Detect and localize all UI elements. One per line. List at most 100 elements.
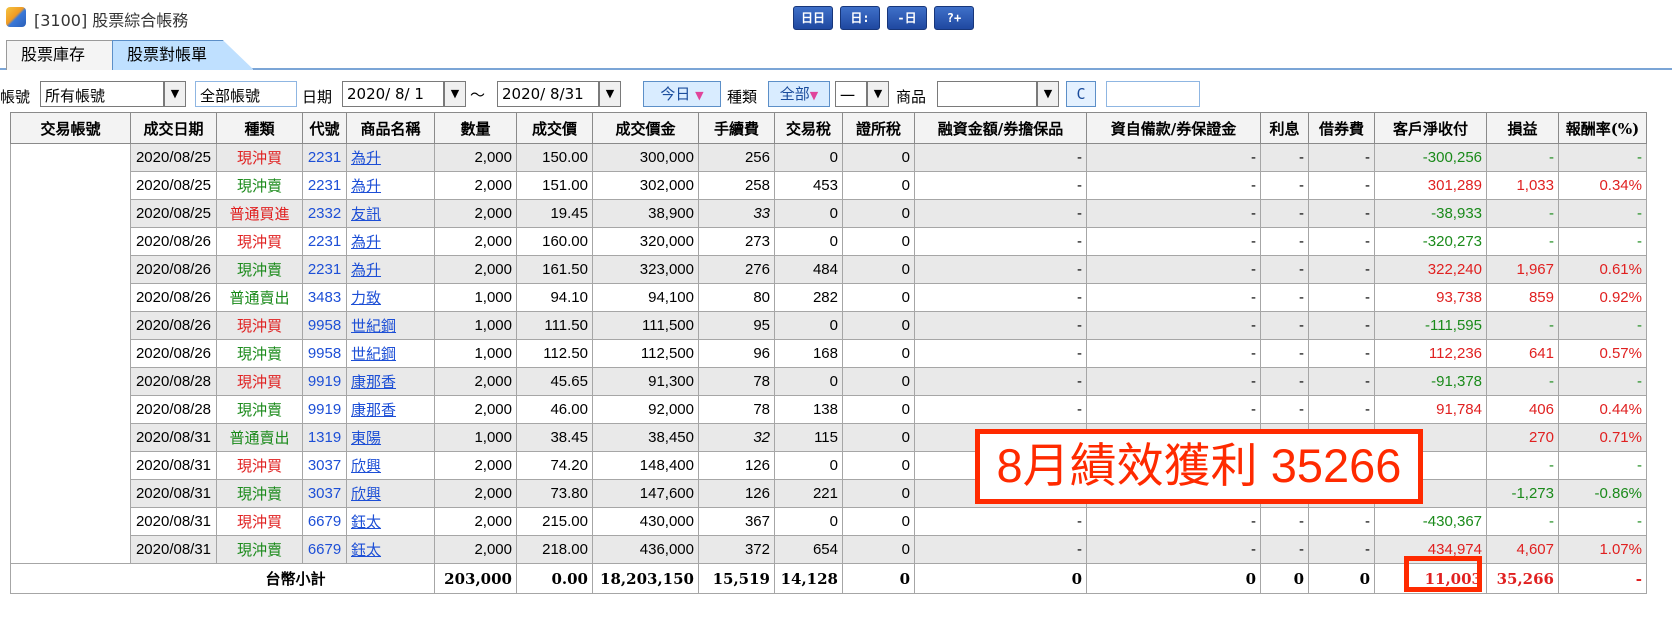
col-header[interactable]: 代號 [302, 112, 347, 144]
cell-name[interactable]: 欣興 [346, 479, 435, 508]
cell-amount: 92,000 [592, 395, 699, 424]
cell-code[interactable]: 3483 [302, 283, 347, 312]
account-dropdown-icon[interactable]: ▼ [164, 81, 186, 107]
cell-name[interactable]: 為升 [346, 255, 435, 284]
table-row[interactable]: 2020/08/25 普通買進 2332 友訊 2,000 19.45 38,900 33 0 0… [10, 199, 1647, 228]
cell-name[interactable]: 為升 [346, 143, 435, 172]
cell-deposit: - [1086, 199, 1261, 228]
product-dropdown-icon[interactable]: ▼ [1037, 81, 1059, 107]
window-icon[interactable]: 日: [840, 6, 880, 30]
cell-code[interactable]: 1319 [302, 423, 347, 452]
tab-stock-inventory[interactable]: 股票庫存 [6, 40, 114, 70]
subtype-select[interactable]: 一 [835, 81, 867, 107]
cell-code[interactable]: 2231 [302, 255, 347, 284]
total-price: 0.00 [516, 563, 593, 594]
help-icon[interactable]: ?+ [934, 6, 974, 30]
col-header[interactable]: 成交價 [516, 112, 593, 144]
table-row[interactable]: 2020/08/28 現沖賣 9919 康那香 2,000 46.00 92,000 78 13… [10, 395, 1647, 424]
cell-code[interactable]: 9919 [302, 395, 347, 424]
table-row[interactable]: 2020/08/25 現沖買 2231 為升 2,000 150.00 300,000 256… [10, 143, 1647, 172]
today-button[interactable]: 今日 ▼ [643, 81, 721, 107]
total-label: 台幣小計 [10, 563, 435, 594]
cell-name[interactable]: 世紀鋼 [346, 311, 435, 340]
date-to-input[interactable]: 2020/ 8/31 [497, 81, 599, 107]
table-row[interactable]: 2020/08/31 現沖賣 6679 鈺太 2,000 218.00 436,000 372… [10, 535, 1647, 564]
account-cell [10, 311, 131, 340]
col-header[interactable]: 交易帳號 [10, 112, 131, 144]
cell-code[interactable]: 2231 [302, 143, 347, 172]
cell-date: 2020/08/31 [130, 535, 217, 564]
cell-name[interactable]: 力致 [346, 283, 435, 312]
cell-name[interactable]: 欣興 [346, 451, 435, 480]
cell-name[interactable]: 康那香 [346, 395, 435, 424]
col-header[interactable]: 種類 [216, 112, 303, 144]
cell-net: -38,933 [1374, 199, 1487, 228]
col-header[interactable]: 成交日期 [130, 112, 217, 144]
cell-roi: - [1558, 507, 1647, 536]
cell-code[interactable]: 3037 [302, 479, 347, 508]
col-header[interactable]: 利息 [1260, 112, 1309, 144]
cell-name[interactable]: 鈺太 [346, 507, 435, 536]
table-row[interactable]: 2020/08/26 現沖賣 9958 世紀鋼 1,000 112.50 112,500 96… [10, 339, 1647, 368]
cell-roi: - [1558, 199, 1647, 228]
date-from-dropdown-icon[interactable]: ▼ [444, 81, 466, 107]
col-header[interactable]: 證所稅 [842, 112, 915, 144]
cell-qty: 2,000 [434, 395, 517, 424]
layout-icon[interactable]: 日日 [793, 6, 833, 30]
cell-name[interactable]: 康那香 [346, 367, 435, 396]
col-header[interactable]: 交易稅 [774, 112, 843, 144]
col-header[interactable]: 報酬率(%) [1558, 112, 1647, 144]
account-cell [10, 339, 131, 368]
date-to-dropdown-icon[interactable]: ▼ [599, 81, 621, 107]
col-header[interactable]: 資自備款/券保證金 [1086, 112, 1261, 144]
account-select[interactable]: 所有帳號 [40, 81, 164, 107]
col-header[interactable]: 成交價金 [592, 112, 699, 144]
date-from-input[interactable]: 2020/ 8/ 1 [342, 81, 444, 107]
cell-net: 91,784 [1374, 395, 1487, 424]
tab-stock-statement[interactable]: 股票對帳單 [112, 40, 254, 70]
col-header[interactable]: 融資金額/券擔保品 [914, 112, 1087, 144]
cell-tax: 115 [774, 423, 843, 452]
table-row[interactable]: 2020/08/25 現沖賣 2231 為升 2,000 151.00 302,000 258… [10, 171, 1647, 200]
cell-name[interactable]: 為升 [346, 171, 435, 200]
cell-code[interactable]: 6679 [302, 535, 347, 564]
table-row[interactable]: 2020/08/26 普通賣出 3483 力致 1,000 94.10 94,100 80 28… [10, 283, 1647, 312]
cell-code[interactable]: 9958 [302, 311, 347, 340]
product-select[interactable] [937, 81, 1037, 107]
col-header[interactable]: 商品名稱 [346, 112, 435, 144]
col-header[interactable]: 借券費 [1308, 112, 1375, 144]
cell-name[interactable]: 為升 [346, 227, 435, 256]
all-accounts-field[interactable]: 全部帳號 [195, 81, 297, 107]
cell-roi: 0.57% [1558, 339, 1647, 368]
col-header[interactable]: 損益 [1486, 112, 1559, 144]
cell-code[interactable]: 6679 [302, 507, 347, 536]
cell-fee: 96 [698, 339, 775, 368]
export-icon[interactable]: -日 [887, 6, 927, 30]
cell-code[interactable]: 2231 [302, 227, 347, 256]
table-row[interactable]: 2020/08/28 現沖買 9919 康那香 2,000 45.65 91,300 78 0 0… [10, 367, 1647, 396]
table-row[interactable]: 2020/08/31 現沖買 6679 鈺太 2,000 215.00 430,000 367… [10, 507, 1647, 536]
clear-button[interactable]: C [1066, 81, 1096, 107]
cell-code[interactable]: 9958 [302, 339, 347, 368]
subtype-dropdown-icon[interactable]: ▼ [867, 81, 889, 107]
col-header[interactable]: 手續費 [698, 112, 775, 144]
cell-code[interactable]: 3037 [302, 451, 347, 480]
blank-field[interactable] [1106, 81, 1200, 107]
cell-name[interactable]: 世紀鋼 [346, 339, 435, 368]
cell-qty: 2,000 [434, 451, 517, 480]
cell-code[interactable]: 2332 [302, 199, 347, 228]
table-row[interactable]: 2020/08/26 現沖賣 2231 為升 2,000 161.50 323,000 276… [10, 255, 1647, 284]
cell-name[interactable]: 鈺太 [346, 535, 435, 564]
cell-type: 現沖買 [216, 311, 303, 340]
cell-name[interactable]: 友訊 [346, 199, 435, 228]
col-header[interactable]: 數量 [434, 112, 517, 144]
cell-code[interactable]: 9919 [302, 367, 347, 396]
col-header[interactable]: 客戶淨收付 [1374, 112, 1487, 144]
table-row[interactable]: 2020/08/26 現沖買 9958 世紀鋼 1,000 111.50 111,500 95… [10, 311, 1647, 340]
cell-name[interactable]: 東陽 [346, 423, 435, 452]
cell-fee: 126 [698, 451, 775, 480]
cell-code[interactable]: 2231 [302, 171, 347, 200]
cell-fee: 256 [698, 143, 775, 172]
table-row[interactable]: 2020/08/26 現沖買 2231 為升 2,000 160.00 320,000 273… [10, 227, 1647, 256]
type-select[interactable]: 全部▼ [768, 81, 830, 107]
